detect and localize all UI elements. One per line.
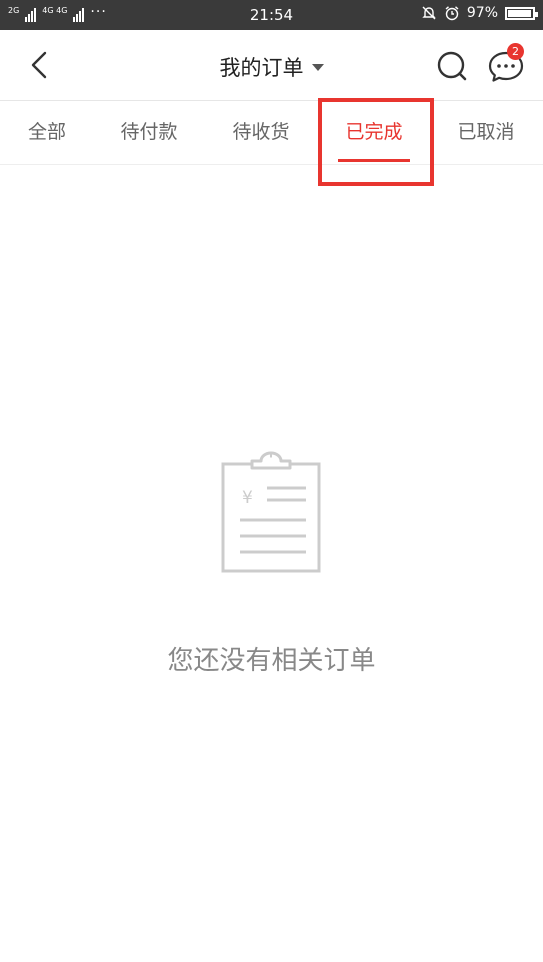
search-button[interactable]: [434, 48, 470, 84]
tab-all[interactable]: 全部: [0, 101, 94, 164]
message-count-badge: 2: [507, 43, 524, 60]
yen-symbol: ¥: [242, 488, 253, 508]
tab-label: 待付款: [120, 121, 178, 143]
page-title: 我的订单: [219, 56, 304, 80]
mute-icon: [422, 6, 436, 20]
clipboard-icon: ¥: [220, 450, 322, 574]
search-icon: [437, 51, 467, 81]
caret-down-icon: [311, 63, 324, 71]
alarm-icon: [445, 6, 459, 21]
tab-cancelled[interactable]: 已取消: [437, 101, 535, 164]
tab-label: 已取消: [457, 121, 515, 143]
messages-button[interactable]: 2: [486, 43, 526, 86]
app-header: 我的订单 2: [0, 30, 543, 101]
order-status-tabs: 全部 待付款 待收货 已完成 已取消: [0, 101, 543, 165]
tab-pending-payment[interactable]: 待付款: [100, 101, 198, 164]
status-bar-right: 97%: [421, 5, 538, 21]
empty-state-message: 您还没有相关订单: [167, 646, 376, 676]
battery-percent: 97%: [466, 5, 498, 21]
battery-icon: [505, 6, 538, 20]
tab-label: 全部: [27, 121, 66, 143]
tab-label: 待收货: [232, 121, 290, 143]
tab-pending-delivery[interactable]: 待收货: [212, 101, 310, 164]
status-bar: 2G 4G 4G ··· 21:54 97%: [0, 0, 543, 30]
highlight-box: [318, 98, 434, 186]
